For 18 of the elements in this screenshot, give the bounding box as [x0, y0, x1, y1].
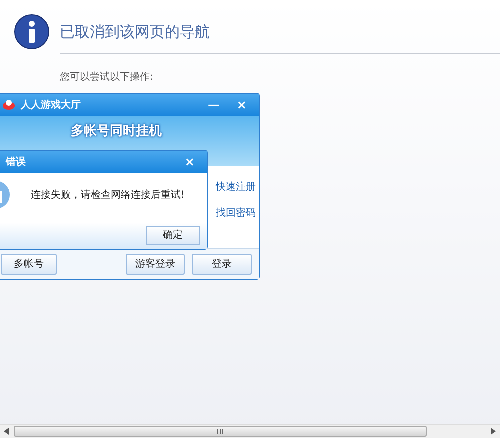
scroll-thumb[interactable]	[14, 426, 427, 437]
register-link[interactable]: 快速注册	[216, 180, 256, 195]
dialog-title: 错误	[4, 156, 26, 170]
guest-login-button[interactable]: 游客登录	[126, 254, 185, 275]
recover-password-link[interactable]: 找回密码	[216, 206, 256, 221]
horizontal-scrollbar[interactable]	[0, 424, 500, 438]
scroll-right-icon[interactable]	[491, 428, 496, 435]
scroll-left-icon[interactable]	[4, 428, 9, 435]
info-icon	[14, 14, 50, 50]
ok-button[interactable]: 确定	[146, 226, 200, 245]
error-message: 连接失败，请检查网络连接后重试!	[31, 188, 186, 203]
app-logo-icon	[2, 99, 16, 111]
suggestion-text: 您可以尝试以下操作:	[60, 70, 154, 85]
window-title: 人人游戏大厅	[21, 98, 81, 112]
page-title: 已取消到该网页的导航	[60, 22, 210, 43]
banner-text: 多帐号同时挂机	[71, 123, 162, 141]
login-button[interactable]: 登录	[192, 254, 252, 275]
multi-account-button[interactable]: 多帐号	[1, 254, 57, 275]
